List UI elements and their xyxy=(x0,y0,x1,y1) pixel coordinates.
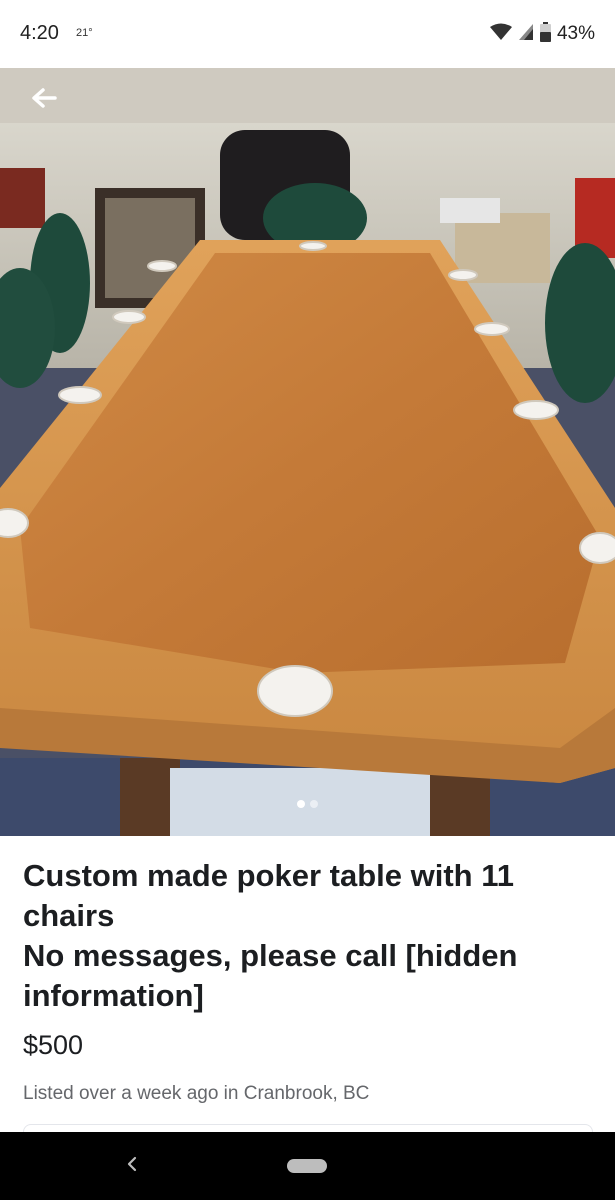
listing-title: Custom made poker table with 11 chairs N… xyxy=(23,856,583,1016)
listing-meta: Listed over a week ago in Cranbrook, BC xyxy=(23,1083,370,1104)
poker-table-image xyxy=(0,68,615,836)
listing-title-line: chairs xyxy=(23,898,115,933)
battery-percent: 43% xyxy=(556,23,595,44)
next-card-edge xyxy=(23,1124,593,1132)
cell-signal-icon xyxy=(518,23,534,46)
listing-title-line: Custom made poker table with 11 xyxy=(23,858,514,893)
back-button[interactable] xyxy=(22,80,66,120)
listing-price: $500 xyxy=(23,1030,84,1060)
battery-icon xyxy=(539,21,551,47)
wifi-icon xyxy=(489,23,512,46)
status-bar: 4:20 21° 43% xyxy=(0,0,615,68)
listing-title-line: information] xyxy=(23,978,204,1013)
carousel-dot[interactable] xyxy=(310,800,318,808)
status-time: 4:20 xyxy=(20,22,59,44)
system-back-button[interactable] xyxy=(116,1148,148,1184)
system-home-pill[interactable] xyxy=(287,1159,327,1173)
listing-details: Custom made poker table with 11 chairs N… xyxy=(0,836,615,1132)
arrow-left-icon xyxy=(31,87,57,114)
chevron-left-icon xyxy=(125,1154,139,1179)
system-nav-bar xyxy=(0,1132,615,1200)
status-icons: 43% xyxy=(489,21,595,47)
listing-title-line: No messages, please call [hidden xyxy=(23,938,518,973)
carousel-indicator xyxy=(0,800,615,808)
carousel-dot[interactable] xyxy=(297,800,305,808)
status-temperature: 21° xyxy=(76,27,93,39)
listing-photo[interactable] xyxy=(0,68,615,836)
